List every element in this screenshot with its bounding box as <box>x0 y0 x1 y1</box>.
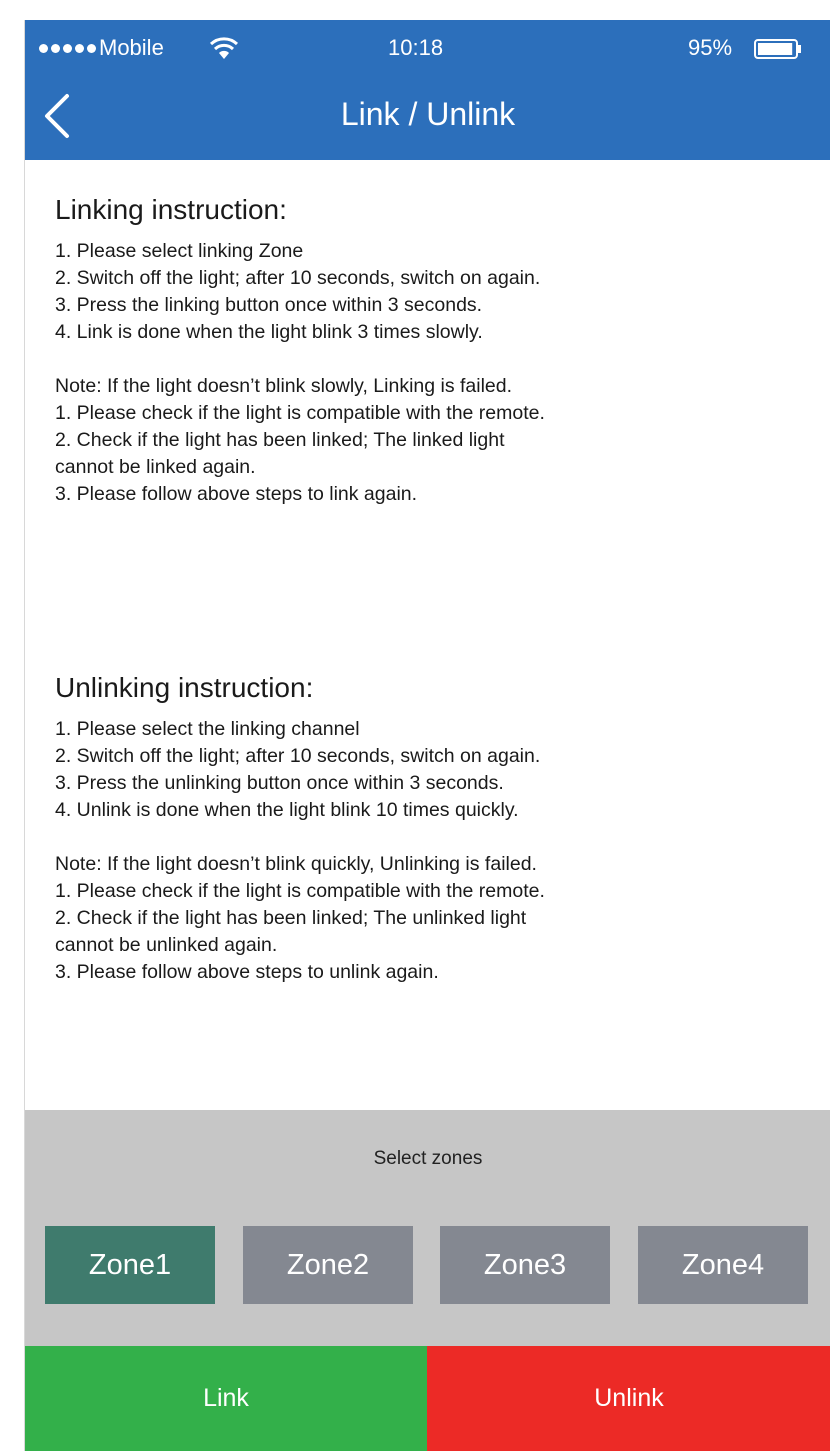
linking-note-line: cannot be linked again. <box>55 456 256 478</box>
zones-label: Select zones <box>373 1148 483 1169</box>
zone-selector: Select zones Zone1 Zone2 Zone3 Zone4 <box>25 1110 830 1346</box>
status-bar: Mobile 10:18 95% <box>25 20 830 76</box>
linking-note-line: 1. Please check if the light is compatib… <box>55 402 545 424</box>
unlinking-note-line: 1. Please check if the light is compatib… <box>55 880 545 902</box>
unlinking-instructions: Unlinking instruction: 1. Please select … <box>55 668 815 986</box>
status-time: 10:18 <box>388 35 444 60</box>
unlinking-step: 1. Please select the linking channel <box>55 718 360 740</box>
linking-note-line: 2. Check if the light has been linked; T… <box>55 429 505 451</box>
linking-step: 1. Please select linking Zone <box>55 240 304 262</box>
link-button[interactable]: Link <box>25 1346 427 1451</box>
unlink-button[interactable]: Unlink <box>427 1346 830 1451</box>
linking-instructions: Linking instruction: 1. Please select li… <box>55 190 815 508</box>
linking-heading: Linking instruction: <box>55 194 287 225</box>
linking-step: 4. Link is done when the light blink 3 t… <box>55 321 483 343</box>
battery-percent: 95% <box>688 35 733 60</box>
unlinking-note-line: Note: If the light doesn’t blink quickly… <box>55 853 537 875</box>
battery-icon <box>754 39 801 59</box>
unlinking-heading: Unlinking instruction: <box>55 672 314 703</box>
linking-step: 2. Switch off the light; after 10 second… <box>55 267 541 289</box>
header-bar: Mobile 10:18 95% Link / Unlink <box>25 20 830 160</box>
zone-4-button[interactable]: Zone4 <box>638 1226 808 1304</box>
linking-note-line: 3. Please follow above steps to link aga… <box>55 483 418 505</box>
unlinking-note-line: cannot be unlinked again. <box>55 934 278 956</box>
zone-2-button[interactable]: Zone2 <box>243 1226 413 1304</box>
unlinking-step: 3. Press the unlinking button once withi… <box>55 772 504 794</box>
carrier-name: Mobile <box>99 35 164 60</box>
unlinking-note-line: 2. Check if the light has been linked; T… <box>55 907 527 929</box>
unlinking-step: 4. Unlink is done when the light blink 1… <box>55 799 519 821</box>
wifi-icon <box>209 37 239 59</box>
signal-strength-icon <box>39 44 96 53</box>
page-title: Link / Unlink <box>340 96 516 132</box>
zone-3-button[interactable]: Zone3 <box>440 1226 610 1304</box>
unlinking-step: 2. Switch off the light; after 10 second… <box>55 745 541 767</box>
unlinking-note-line: 3. Please follow above steps to unlink a… <box>55 961 439 983</box>
phone-screen: Mobile 10:18 95% Link / Unlink Linking i… <box>24 20 830 1451</box>
linking-note-line: Note: If the light doesn’t blink slowly,… <box>55 375 513 397</box>
zone-1-button[interactable]: Zone1 <box>45 1226 215 1304</box>
linking-step: 3. Press the linking button once within … <box>55 294 483 316</box>
